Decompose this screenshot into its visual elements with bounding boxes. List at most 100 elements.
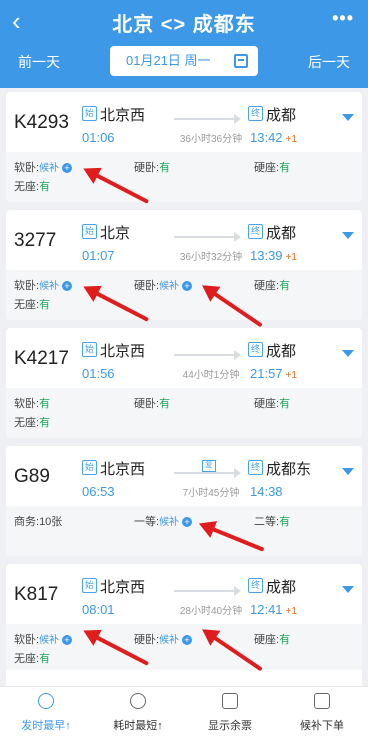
sort-tab[interactable]: 显示余票 bbox=[184, 687, 276, 736]
seat-status: 有 bbox=[279, 516, 291, 528]
departure-station: 北京西 bbox=[100, 579, 146, 596]
seat-class[interactable]: 硬卧:候补 + bbox=[134, 631, 193, 647]
seat-label: 软卧: bbox=[14, 280, 40, 292]
chevron-down-icon[interactable] bbox=[342, 232, 354, 239]
add-waitlist-icon[interactable]: + bbox=[182, 281, 193, 291]
origin-badge: 始 bbox=[82, 460, 97, 475]
seat-class[interactable]: 软卧:候补 + bbox=[14, 159, 73, 175]
add-waitlist-icon[interactable]: + bbox=[62, 281, 73, 291]
train-card[interactable]: K4293 始北京西 01:06 36小时36分钟 终成都 13:42 +1 软卧:候补 + 硬卧… bbox=[6, 92, 362, 202]
chevron-down-icon[interactable] bbox=[342, 114, 354, 121]
seat-label: 硬卧: bbox=[134, 398, 160, 410]
train-info: K4217 始北京西 01:56 44小时1分钟 终成都 21:57 +1 bbox=[6, 328, 362, 388]
train-number: 3277 bbox=[14, 230, 57, 251]
train-number: K4217 bbox=[14, 348, 69, 369]
sort-tab[interactable]: 候补下单 bbox=[276, 687, 368, 736]
origin-badge: 始 bbox=[82, 224, 97, 239]
train-card[interactable]: G89 始北京西 06:53 复 7小时45分钟 终成都东 14:38 商务:10张 一等:候补… bbox=[6, 446, 362, 556]
departure-time: 01:07 bbox=[82, 248, 115, 263]
departure-time: 01:56 bbox=[82, 366, 115, 381]
seat-label: 软卧: bbox=[14, 398, 40, 410]
more-dots-icon[interactable]: ••• bbox=[332, 8, 354, 29]
seat-class[interactable]: 软卧:候补 + bbox=[14, 277, 73, 293]
seat-availability: 软卧:有 硬卧:有 硬座:有 无座:有 bbox=[6, 388, 362, 438]
next-day-indicator: +1 bbox=[285, 134, 297, 145]
terminal-badge: 终 bbox=[248, 342, 263, 357]
add-waitlist-icon[interactable]: + bbox=[62, 635, 73, 645]
arrival-time-value: 21:57 bbox=[250, 366, 283, 381]
train-card[interactable]: K817 始北京西 08:01 28小时40分钟终成都 12:41 +1 软卧:候补 + 硬卧:… bbox=[6, 564, 362, 674]
terminal-badge: 终 bbox=[248, 578, 263, 593]
chevron-down-icon[interactable] bbox=[342, 468, 354, 475]
arrival-time: 12:41 +1 bbox=[250, 602, 297, 617]
departure-time: 08:01 bbox=[82, 602, 115, 617]
train-card[interactable]: K4217 始北京西 01:56 44小时1分钟终成都 21:57 +1 软卧:有 硬卧:有硬… bbox=[6, 328, 362, 438]
ticket-tag-icon bbox=[222, 693, 238, 709]
clock-24-icon bbox=[38, 693, 54, 709]
seat-status: 有 bbox=[39, 299, 51, 311]
add-waitlist-icon[interactable]: + bbox=[62, 163, 73, 173]
train-number: K4293 bbox=[14, 112, 69, 133]
route-arrow-icon bbox=[174, 350, 241, 360]
partial-train-card bbox=[6, 670, 362, 686]
seat-status: 有 bbox=[39, 398, 51, 410]
arrival-time: 13:42 +1 bbox=[250, 130, 297, 145]
seat-status: 有 bbox=[279, 634, 291, 646]
waitlist-link[interactable]: 候补 bbox=[39, 635, 59, 646]
seat-status: 有 bbox=[39, 181, 51, 193]
seat-class[interactable]: 硬卧:候补 + bbox=[134, 277, 193, 293]
origin-badge: 始 bbox=[82, 106, 97, 121]
chevron-down-icon[interactable] bbox=[342, 350, 354, 357]
seat-availability: 软卧:候补 + 硬卧:候补 + 硬座:有 无座:有 bbox=[6, 624, 362, 674]
departure-station: 北京西 bbox=[100, 107, 146, 124]
page-title: 北京 <> 成都东 bbox=[112, 14, 256, 36]
seat-status: 有 bbox=[159, 162, 171, 174]
terminal-badge: 终 bbox=[248, 460, 263, 475]
departure-station: 北京西 bbox=[100, 461, 146, 478]
train-info: K4293 始北京西 01:06 36小时36分钟 终成都 13:42 +1 bbox=[6, 92, 362, 152]
route-arrow-icon bbox=[174, 114, 241, 124]
seat-class: 无座:有 bbox=[14, 414, 50, 430]
arrival-time: 21:57 +1 bbox=[250, 366, 297, 381]
seat-availability: 商务:10张 一等:候补 + 二等:有 bbox=[6, 506, 362, 556]
seat-label: 二等: bbox=[254, 516, 280, 528]
seat-class[interactable]: 一等:候补 + bbox=[134, 513, 193, 529]
waitlist-link[interactable]: 候补 bbox=[159, 517, 179, 528]
arrival-time: 14:38 bbox=[250, 484, 283, 499]
waitlist-link[interactable]: 候补 bbox=[159, 281, 179, 292]
seat-status: 有 bbox=[279, 280, 291, 292]
arrival-time-value: 13:39 bbox=[250, 248, 283, 263]
seat-class[interactable]: 软卧:候补 + bbox=[14, 631, 73, 647]
add-waitlist-icon[interactable]: + bbox=[182, 635, 193, 645]
arrival-time-value: 13:42 bbox=[250, 130, 283, 145]
calendar-icon bbox=[234, 54, 248, 68]
seat-availability: 软卧:候补 + 硬卧:有 硬座:有 无座:有 bbox=[6, 152, 362, 202]
arrival-time-value: 14:38 bbox=[250, 484, 283, 499]
train-card[interactable]: 3277 始北京 01:07 36小时32分钟终成都 13:39 +1 软卧:候补 + 硬卧:候… bbox=[6, 210, 362, 320]
seat-status: 10张 bbox=[39, 516, 63, 528]
arrival-time: 13:39 +1 bbox=[250, 248, 297, 263]
waitlist-link[interactable]: 候补 bbox=[39, 163, 59, 174]
seat-status: 有 bbox=[39, 653, 51, 665]
seat-class: 软卧:有 bbox=[14, 395, 50, 411]
seat-class: 硬卧:有 bbox=[134, 159, 170, 175]
fuxing-icon: 复 bbox=[202, 460, 216, 472]
add-waitlist-icon[interactable]: + bbox=[182, 517, 193, 527]
arrival-station: 成都东 bbox=[266, 461, 312, 478]
next-day-button[interactable]: 后一天 bbox=[308, 52, 350, 72]
travel-duration: 28小时40分钟 bbox=[179, 606, 243, 617]
waitlist-link[interactable]: 候补 bbox=[39, 281, 59, 292]
timer-icon bbox=[130, 693, 146, 709]
sort-tab-label: 耗时最短↑ bbox=[113, 720, 163, 732]
sort-tab-label: 显示余票 bbox=[208, 720, 252, 732]
next-day-indicator: +1 bbox=[285, 606, 297, 617]
sort-tab[interactable]: 耗时最短↑ bbox=[92, 687, 184, 736]
next-day-indicator: +1 bbox=[285, 370, 297, 381]
chevron-down-icon[interactable] bbox=[342, 586, 354, 593]
sort-tab[interactable]: 发时最早↑ bbox=[0, 687, 92, 736]
arrival-station: 成都 bbox=[266, 225, 297, 242]
prev-day-button[interactable]: 前一天 bbox=[18, 52, 60, 72]
train-info: G89 始北京西 06:53 复 7小时45分钟 终成都东 14:38 bbox=[6, 446, 362, 506]
waitlist-link[interactable]: 候补 bbox=[159, 635, 179, 646]
date-selector[interactable]: 01月21日 周一 bbox=[110, 46, 258, 76]
